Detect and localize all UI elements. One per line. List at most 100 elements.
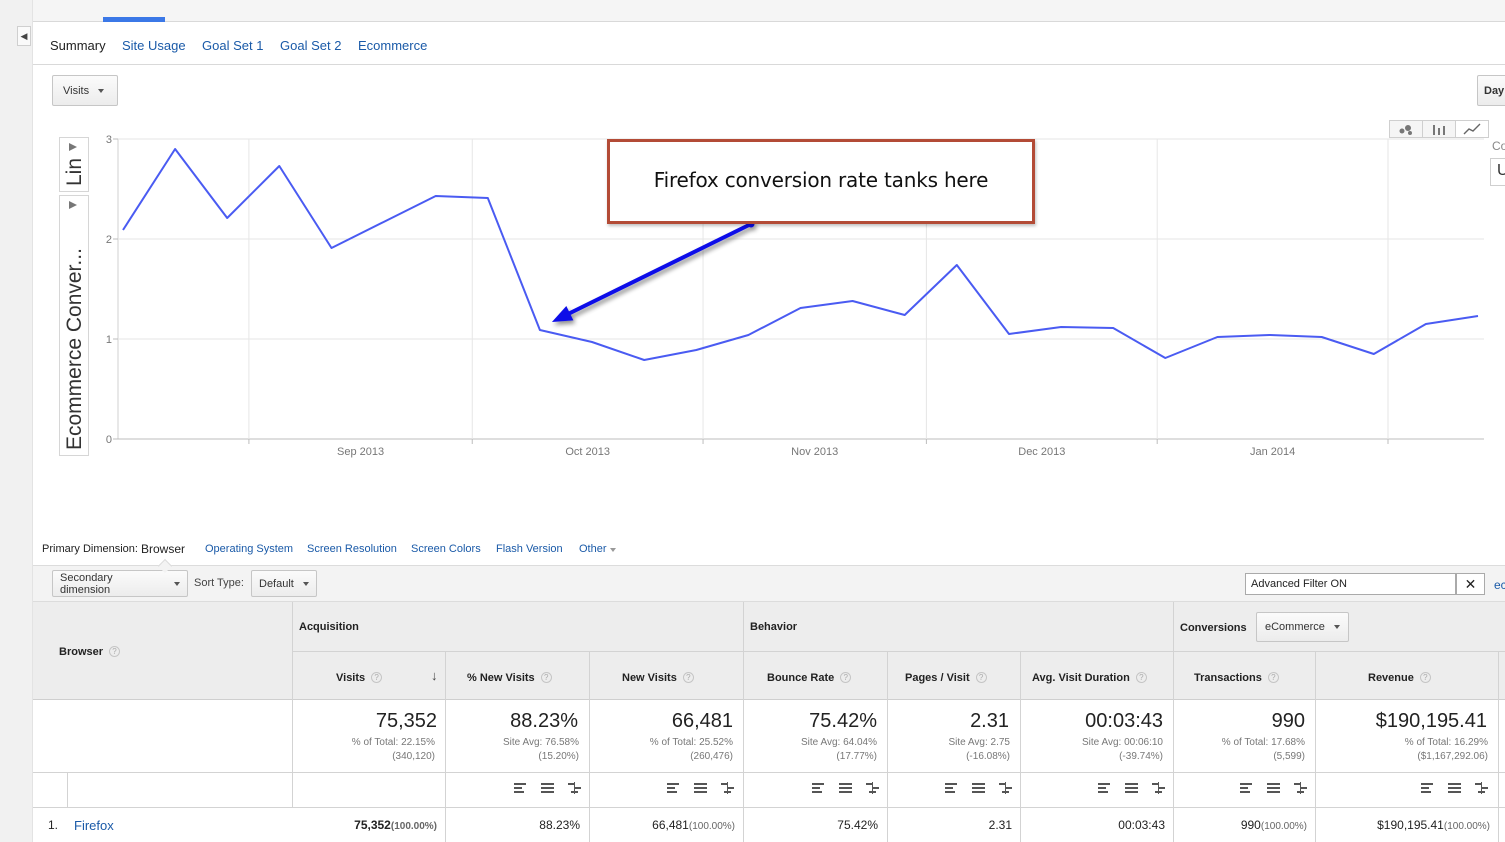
percentage-view-icon[interactable] (694, 781, 710, 795)
primary-dimension-label: Primary Dimension: (42, 543, 138, 555)
row-revenue: $190,195.41(100.00%) (1377, 818, 1490, 832)
dimension-operating-system[interactable]: Operating System (205, 543, 293, 555)
comparison-view-icon[interactable] (999, 781, 1015, 795)
column-header-transactions[interactable]: Transactions? (1194, 672, 1279, 684)
sort-descending-icon[interactable]: ↓ (431, 668, 438, 683)
row-browser-firefox[interactable]: Firefox (74, 818, 114, 833)
column-header-avg-visit-duration[interactable]: Avg. Visit Duration? (1032, 672, 1147, 684)
column-header-bounce-rate[interactable]: Bounce Rate? (767, 672, 852, 684)
total-bounce-rate: 75.42% (809, 710, 877, 732)
total-note-line: Site Avg: 2.75 (948, 737, 1010, 748)
total-new-visits-note: % of Total: 25.52% (260,476) (650, 736, 733, 764)
cell-value: 66,481 (652, 818, 689, 832)
col-divider (589, 651, 590, 842)
help-icon[interactable]: ? (540, 672, 552, 683)
help-icon[interactable]: ? (975, 672, 987, 683)
column-label: Revenue (1368, 672, 1414, 684)
acquisition-group-label: Acquisition (299, 621, 359, 633)
data-point (173, 147, 177, 151)
col-divider (1173, 602, 1174, 842)
cell-percent: (100.00%) (390, 821, 437, 832)
data-view-icon[interactable] (1098, 781, 1114, 795)
help-icon[interactable]: ? (840, 672, 852, 683)
comparison-view-icon[interactable] (568, 781, 584, 795)
data-view-icon[interactable] (514, 781, 530, 795)
close-icon: ✕ (1464, 575, 1477, 592)
sort-type-label: Sort Type: (194, 577, 244, 589)
browser-column-header[interactable]: Browser? (59, 646, 121, 658)
table-toolbar: Secondary dimension Sort Type: Default ✕… (33, 565, 1505, 602)
dimension-flash-version[interactable]: Flash Version (496, 543, 563, 555)
y-tick-label: 2 (106, 234, 112, 246)
dimension-browser[interactable]: Browser (141, 542, 185, 556)
data-point (1372, 352, 1376, 356)
data-view-icon[interactable] (1240, 781, 1256, 795)
total-note-line: % of Total: 22.15% (351, 737, 435, 748)
comparison-view-icon[interactable] (1294, 781, 1310, 795)
help-icon[interactable]: ? (1419, 672, 1431, 683)
percentage-view-icon[interactable] (839, 781, 855, 795)
help-icon[interactable]: ? (1267, 672, 1279, 683)
comparison-view-icon[interactable] (721, 781, 737, 795)
x-tick-label: Dec 2013 (1018, 446, 1065, 458)
data-point (903, 313, 907, 317)
row-divider (33, 772, 1505, 773)
secondary-dimension-select[interactable]: Secondary dimension (52, 570, 188, 597)
dimension-other-menu[interactable]: Other (579, 543, 616, 555)
data-point (486, 196, 490, 200)
comparison-view-icon[interactable] (1152, 781, 1168, 795)
data-point (1215, 335, 1219, 339)
advanced-filter-input[interactable] (1245, 573, 1456, 595)
dimension-screen-resolution[interactable]: Screen Resolution (307, 543, 397, 555)
row-pages-per-visit: 2.31 (988, 818, 1012, 832)
column-header-pages-per-visit[interactable]: Pages / Visit? (905, 672, 987, 684)
total-pages-per-visit-note: Site Avg: 2.75 (-16.08%) (948, 736, 1010, 764)
help-icon[interactable]: ? (371, 672, 383, 683)
comparison-view-icon[interactable] (1475, 781, 1491, 795)
dimension-screen-colors[interactable]: Screen Colors (411, 543, 481, 555)
data-point (329, 246, 333, 250)
data-view-icon[interactable] (812, 781, 828, 795)
data-point (1476, 314, 1480, 318)
conversions-type-select[interactable]: eCommerce (1256, 612, 1349, 642)
data-point (1424, 322, 1428, 326)
percentage-view-icon[interactable] (1267, 781, 1283, 795)
conversions-type-label: eCommerce (1265, 621, 1325, 633)
annotation-text: Firefox conversion rate tanks here (653, 168, 989, 192)
row-divider (33, 807, 1505, 808)
clear-filter-button[interactable]: ✕ (1456, 573, 1485, 595)
secondary-dimension-label: Secondary dimension (60, 571, 113, 596)
behavior-group-label: Behavior (750, 621, 798, 633)
total-note-line: Site Avg: 64.04% (801, 737, 877, 748)
column-label: Pages / Visit (905, 672, 970, 684)
column-header-new-visits[interactable]: New Visits? (622, 672, 694, 684)
data-point (746, 333, 750, 337)
comparison-view-icon[interactable] (866, 781, 882, 795)
col-divider (743, 602, 744, 842)
arrowhead-icon (551, 305, 574, 322)
cell-value: 990 (1240, 818, 1261, 832)
total-note-line: (-39.74%) (1119, 751, 1163, 762)
total-bounce-rate-note: Site Avg: 64.04% (17.77%) (801, 736, 877, 764)
col-divider (445, 651, 446, 842)
percentage-view-icon[interactable] (972, 781, 988, 795)
column-header-revenue[interactable]: Revenue? (1368, 672, 1431, 684)
percentage-view-icon[interactable] (1125, 781, 1141, 795)
help-icon[interactable]: ? (109, 646, 121, 657)
data-view-icon[interactable] (945, 781, 961, 795)
column-label: % New Visits (467, 672, 535, 684)
total-revenue-note: % of Total: 16.29% ($1,167,292.06) (1405, 736, 1488, 764)
sort-type-select[interactable]: Default (251, 570, 317, 597)
total-new-visits: 66,481 (671, 710, 733, 732)
data-view-icon[interactable] (1421, 781, 1437, 795)
help-icon[interactable]: ? (1135, 672, 1147, 683)
column-label: Bounce Rate (767, 672, 835, 684)
percentage-view-icon[interactable] (541, 781, 557, 795)
edit-link-edge[interactable]: ec (1494, 578, 1505, 592)
percentage-view-icon[interactable] (1448, 781, 1464, 795)
column-header-new-visits-pct[interactable]: % New Visits? (467, 672, 552, 684)
column-header-visits[interactable]: Visits? (336, 672, 383, 684)
chevron-down-icon (302, 581, 309, 586)
data-view-icon[interactable] (667, 781, 683, 795)
help-icon[interactable]: ? (682, 672, 694, 683)
